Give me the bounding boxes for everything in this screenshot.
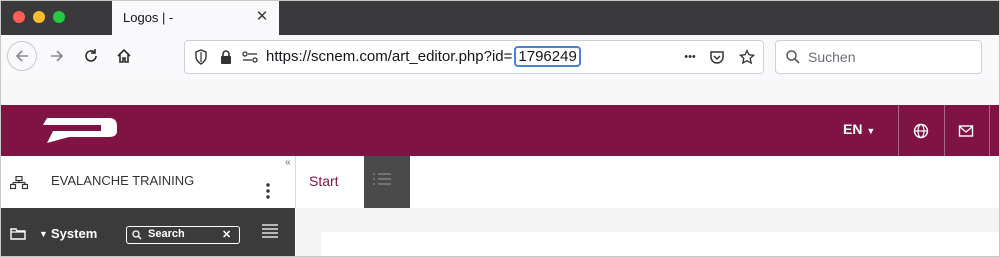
home-button[interactable] (109, 41, 139, 71)
kebab-menu-icon[interactable] (265, 183, 271, 199)
tab-close-icon[interactable]: ✕ (253, 8, 271, 26)
tab-list-toggle[interactable] (364, 156, 410, 208)
globe-icon[interactable] (911, 121, 931, 141)
reload-button[interactable] (76, 41, 106, 71)
url-prefix: https://scnem.com/art_editor.php?id= (266, 48, 513, 65)
language-label: EN (843, 121, 863, 137)
page-top-gap (1, 79, 999, 105)
close-window-button[interactable] (13, 11, 25, 23)
maximize-window-button[interactable] (53, 11, 65, 23)
folder-icon[interactable] (10, 227, 26, 240)
sidebar-search-placeholder: Search (148, 228, 185, 240)
arrow-left-icon (15, 50, 28, 62)
reload-icon (85, 49, 97, 62)
address-bar[interactable]: https://scnem.com/art_editor.php?id= 1796… (184, 40, 764, 74)
tab-start-label: Start (309, 173, 339, 189)
list-icon (373, 173, 391, 185)
arrow-right-icon (51, 50, 64, 62)
brand-logo[interactable] (39, 115, 119, 145)
bookmark-star-icon[interactable] (737, 47, 757, 67)
pocket-icon[interactable] (707, 47, 727, 67)
system-dropdown[interactable]: System (51, 226, 97, 241)
search-placeholder: Suchen (808, 49, 856, 65)
header-divider (898, 105, 899, 156)
back-button[interactable] (7, 41, 37, 71)
header-divider (944, 105, 945, 156)
search-icon (783, 47, 803, 67)
permissions-icon[interactable] (240, 47, 260, 67)
workspace-title: EVALANCHE TRAINING (51, 173, 195, 188)
sitemap-icon[interactable] (10, 176, 28, 190)
mail-icon[interactable] (956, 121, 976, 141)
forward-button[interactable] (42, 41, 72, 71)
hamburger-menu-icon[interactable] (262, 224, 278, 238)
minimize-window-button[interactable] (33, 11, 45, 23)
browser-tab[interactable]: Logos | - ✕ (112, 1, 279, 35)
browser-window: Logos | - ✕ https://scnem.com/art_editor… (0, 0, 1000, 257)
tab-title: Logos | - (123, 10, 174, 25)
caret-down-icon[interactable]: ▼ (39, 229, 48, 239)
search-icon (132, 230, 142, 240)
caret-down-icon: ▼ (866, 126, 876, 136)
collapse-sidebar-icon[interactable]: « (285, 157, 291, 168)
sidebar-header: EVALANCHE TRAINING « (1, 156, 296, 208)
main-content-area (296, 208, 999, 256)
app-header: EN ▼ (1, 105, 999, 156)
main-tab-bar: Start (296, 156, 999, 208)
language-selector[interactable]: EN ▼ (843, 121, 875, 137)
url-text[interactable]: https://scnem.com/art_editor.php?id= 1796… (266, 46, 581, 67)
url-id-highlight: 1796249 (514, 46, 581, 67)
sidebar-search-input[interactable]: Search ✕ (126, 226, 240, 244)
page-actions-icon[interactable]: ••• (678, 47, 702, 67)
lock-icon[interactable] (216, 47, 236, 67)
header-divider (989, 105, 990, 156)
home-icon (117, 48, 131, 63)
browser-toolbar: https://scnem.com/art_editor.php?id= 1796… (1, 35, 999, 79)
clear-search-icon[interactable]: ✕ (222, 228, 231, 241)
sidebar-system-bar: ▼ System Search ✕ (1, 208, 295, 256)
search-bar[interactable]: Suchen (775, 40, 982, 74)
browser-titlebar: Logos | - ✕ (1, 1, 999, 35)
shield-icon[interactable] (191, 47, 211, 67)
tab-start[interactable]: Start (296, 156, 364, 208)
content-panel (321, 232, 999, 256)
